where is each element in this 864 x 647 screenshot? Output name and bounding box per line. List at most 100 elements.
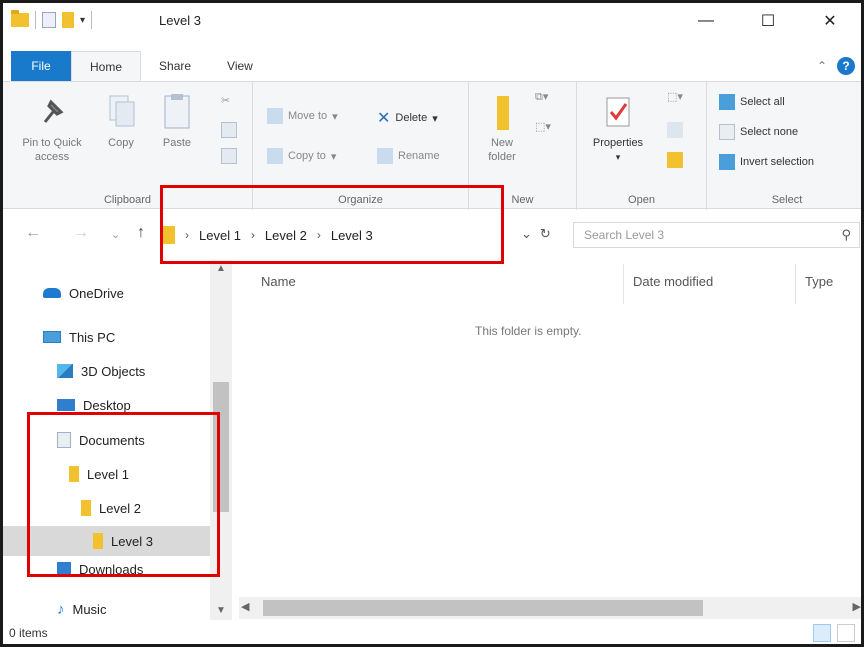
open-group: Properties ▾ ⬚▾ Open bbox=[577, 82, 707, 210]
open-group-label: Open bbox=[628, 194, 655, 206]
status-bar: 0 items bbox=[3, 620, 861, 644]
sidebar-item-3d-objects[interactable]: 3D Objects bbox=[57, 360, 145, 382]
sidebar-item-this-pc[interactable]: This PC bbox=[43, 326, 115, 348]
dropdown-arrow-icon: ▾ bbox=[332, 110, 338, 123]
new-item-button[interactable]: ⧉▾ bbox=[535, 90, 551, 106]
properties-icon bbox=[606, 97, 630, 127]
move-to-icon bbox=[267, 108, 283, 124]
pin-icon bbox=[43, 99, 64, 123]
select-all-button[interactable]: Select all bbox=[719, 94, 785, 110]
properties-icon[interactable] bbox=[42, 12, 56, 28]
tab-share[interactable]: Share bbox=[141, 51, 209, 81]
recent-locations-icon[interactable]: ⌄ bbox=[111, 228, 120, 241]
tab-view[interactable]: View bbox=[209, 51, 271, 81]
view-switcher bbox=[813, 624, 855, 642]
tab-home[interactable]: Home bbox=[71, 51, 142, 81]
search-placeholder: Search Level 3 bbox=[584, 228, 665, 242]
file-list-scrollbar[interactable]: ◀ ▶ bbox=[239, 597, 861, 619]
select-all-icon bbox=[719, 94, 735, 110]
scroll-up-icon[interactable]: ▲ bbox=[216, 263, 226, 274]
open-icon: ⬚▾ bbox=[667, 91, 683, 103]
pin-to-quick-access-button[interactable]: Pin to Quick access bbox=[17, 92, 87, 164]
copy-to-icon bbox=[267, 148, 283, 164]
properties-button[interactable]: Properties ▾ bbox=[583, 92, 653, 164]
onedrive-icon bbox=[43, 288, 61, 298]
ribbon-controls: ⌃ ? bbox=[817, 51, 861, 81]
copy-to-label: Copy to bbox=[288, 150, 326, 162]
easy-access-button[interactable]: ⬚▾ bbox=[535, 120, 551, 136]
customize-toolbar-icon[interactable]: ▾ bbox=[80, 15, 85, 26]
edit-icon bbox=[667, 122, 683, 138]
new-folder-label: New folder bbox=[488, 137, 516, 163]
sidebar-item-label: 3D Objects bbox=[81, 363, 146, 379]
address-controls: ⌄ ↻ bbox=[521, 226, 551, 242]
select-none-icon bbox=[719, 124, 735, 140]
dropdown-arrow-icon: ▾ bbox=[432, 112, 438, 125]
new-folder-icon bbox=[497, 96, 509, 130]
refresh-icon[interactable]: ↻ bbox=[540, 226, 551, 242]
separator bbox=[35, 11, 36, 29]
forward-arrow-icon[interactable]: → bbox=[73, 224, 89, 242]
scissors-icon: ✂ bbox=[221, 95, 231, 107]
minimize-button[interactable]: — bbox=[675, 3, 737, 39]
invert-selection-button[interactable]: Invert selection bbox=[719, 154, 814, 170]
details-view-icon[interactable] bbox=[813, 624, 831, 642]
music-icon: ♪ bbox=[57, 600, 65, 618]
scrollbar-thumb[interactable] bbox=[263, 600, 703, 616]
tab-file[interactable]: File bbox=[11, 51, 71, 81]
desktop-icon bbox=[57, 399, 75, 411]
new-folder-icon[interactable] bbox=[62, 12, 74, 28]
3d-objects-icon bbox=[57, 364, 73, 378]
paste-shortcut-button[interactable] bbox=[221, 148, 237, 164]
open-button[interactable]: ⬚▾ bbox=[667, 90, 683, 106]
delete-label: Delete bbox=[395, 112, 428, 124]
column-divider[interactable] bbox=[623, 264, 624, 304]
scroll-left-icon[interactable]: ◀ bbox=[241, 600, 249, 613]
back-arrow-icon[interactable]: ← bbox=[25, 224, 41, 242]
up-arrow-icon[interactable]: ↑ bbox=[137, 224, 145, 242]
select-none-label: Select none bbox=[740, 126, 799, 138]
scroll-down-icon[interactable]: ▼ bbox=[216, 605, 226, 616]
edit-button[interactable] bbox=[667, 122, 683, 138]
maximize-button[interactable]: ☐ bbox=[737, 3, 799, 39]
address-bar-highlight bbox=[160, 185, 504, 264]
column-header-name[interactable]: Name bbox=[261, 274, 296, 289]
copy-label: Copy bbox=[108, 137, 134, 149]
select-group-label: Select bbox=[771, 194, 803, 206]
delete-button[interactable]: ✕ Delete ▾ bbox=[377, 108, 438, 128]
copy-path-icon bbox=[221, 122, 237, 138]
paste-shortcut-icon bbox=[221, 148, 237, 164]
scroll-right-icon[interactable]: ▶ bbox=[853, 600, 861, 613]
pin-label: Pin to Quick access bbox=[22, 137, 82, 163]
copy-path-button[interactable] bbox=[221, 122, 237, 138]
empty-folder-message: This folder is empty. bbox=[475, 324, 582, 338]
title-bar: ▾ Level 3 — ☐ ✕ bbox=[3, 3, 861, 47]
sidebar-item-music[interactable]: ♪ Music bbox=[57, 598, 106, 620]
help-icon[interactable]: ? bbox=[837, 57, 855, 75]
column-header-date-modified[interactable]: Date modified bbox=[633, 274, 713, 289]
chevron-down-icon[interactable]: ⌄ bbox=[521, 226, 532, 242]
window-title: Level 3 bbox=[159, 13, 201, 28]
copy-to-button[interactable]: Copy to ▾ bbox=[267, 148, 336, 164]
select-all-label: Select all bbox=[740, 96, 785, 108]
sidebar-item-onedrive[interactable]: OneDrive bbox=[43, 282, 124, 304]
paste-icon bbox=[164, 94, 190, 129]
cut-button[interactable]: ✂ bbox=[221, 94, 237, 110]
large-icons-view-icon[interactable] bbox=[837, 624, 855, 642]
search-icon[interactable]: ⚲ bbox=[841, 227, 851, 243]
search-input[interactable]: Search Level 3 ⚲ bbox=[573, 222, 860, 248]
select-none-button[interactable]: Select none bbox=[719, 124, 798, 140]
close-button[interactable]: ✕ bbox=[799, 3, 861, 39]
history-button[interactable] bbox=[667, 152, 683, 168]
collapse-ribbon-icon[interactable]: ⌃ bbox=[817, 59, 827, 73]
column-header-type[interactable]: Type bbox=[805, 274, 833, 289]
move-to-button[interactable]: Move to ▾ bbox=[267, 108, 338, 124]
rename-button[interactable]: Rename bbox=[377, 148, 440, 164]
item-count: 0 items bbox=[9, 626, 48, 640]
column-divider[interactable] bbox=[795, 264, 796, 304]
new-folder-button[interactable]: New folder bbox=[477, 92, 527, 164]
copy-button[interactable]: Copy bbox=[99, 92, 143, 150]
rename-icon bbox=[377, 148, 393, 164]
new-item-icon: ⧉▾ bbox=[535, 91, 549, 103]
paste-button[interactable]: Paste bbox=[153, 92, 201, 150]
